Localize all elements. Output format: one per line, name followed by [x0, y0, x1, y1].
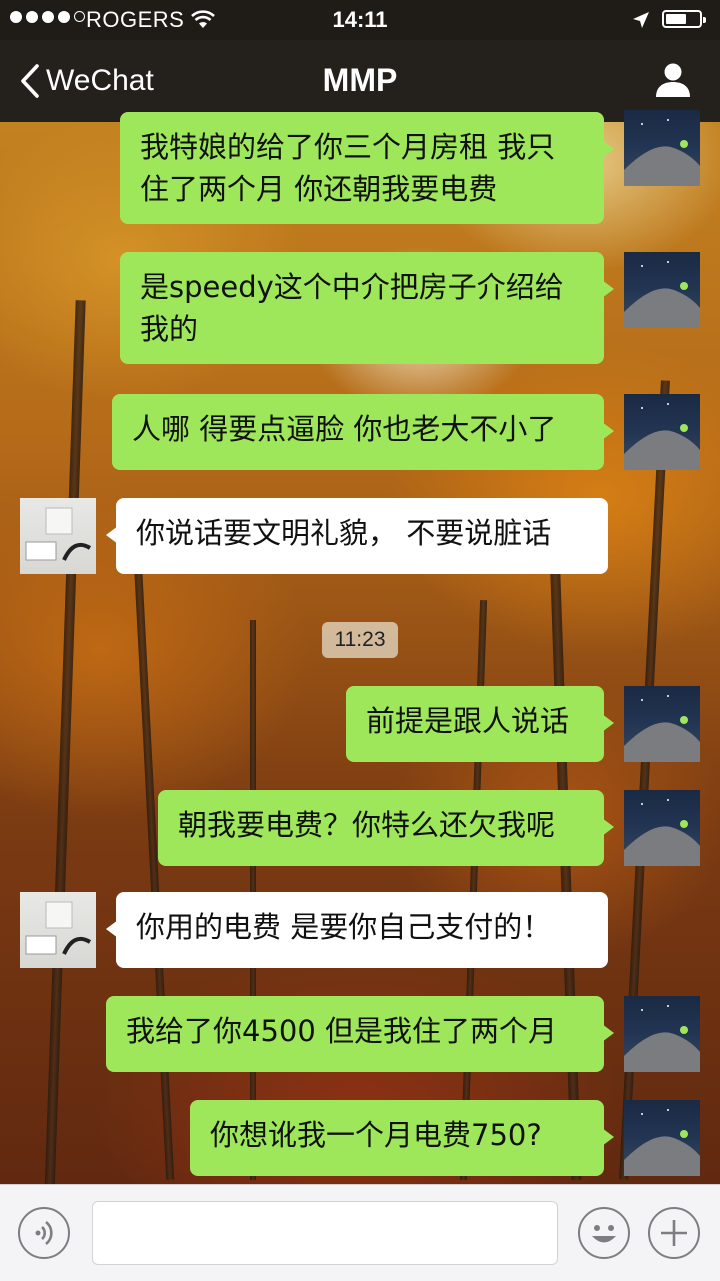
- status-bar: ROGERS 14:11: [0, 0, 720, 40]
- battery-icon: [662, 10, 706, 28]
- my-avatar[interactable]: [624, 790, 700, 866]
- message-bubble-sent[interactable]: 我特娘的给了你三个月房租 我只住了两个月 你还朝我要电费: [120, 112, 614, 224]
- nav-bar: WeChat MMP: [0, 40, 720, 122]
- my-avatar[interactable]: [624, 110, 700, 186]
- my-avatar[interactable]: [624, 1100, 700, 1176]
- message-bubble-received[interactable]: 你说话要文明礼貌， 不要说脏话: [106, 498, 608, 574]
- my-avatar[interactable]: [624, 686, 700, 762]
- message-bubble-sent[interactable]: 人哪 得要点逼脸 你也老大不小了: [112, 394, 614, 470]
- location-arrow-icon: [632, 10, 650, 35]
- voice-icon[interactable]: [18, 1207, 70, 1259]
- message-bubble-sent[interactable]: 朝我要电费？你特么还欠我呢: [158, 790, 614, 866]
- message-bubble-sent[interactable]: 你想讹我一个月电费750?: [190, 1100, 614, 1176]
- my-avatar[interactable]: [624, 252, 700, 328]
- message-input[interactable]: [92, 1201, 558, 1265]
- message-bubble-sent[interactable]: 我给了你4500 但是我住了两个月: [106, 996, 614, 1072]
- profile-icon[interactable]: [654, 62, 692, 102]
- my-avatar[interactable]: [624, 394, 700, 470]
- chat-timestamp: 11:23: [322, 622, 398, 658]
- my-avatar[interactable]: [624, 996, 700, 1072]
- chat-title: MMP: [322, 62, 398, 98]
- input-bar: [0, 1184, 720, 1281]
- plus-icon[interactable]: [648, 1207, 700, 1259]
- emoji-icon[interactable]: [578, 1207, 630, 1259]
- contact-avatar[interactable]: [20, 892, 96, 968]
- contact-avatar[interactable]: [20, 498, 96, 574]
- clock: 14:11: [332, 7, 388, 32]
- message-bubble-sent[interactable]: 前提是跟人说话: [346, 686, 614, 762]
- message-bubble-received[interactable]: 你用的电费 是要你自己支付的！: [106, 892, 608, 968]
- message-bubble-sent[interactable]: 是speedy这个中介把房子介绍给我的: [120, 252, 614, 364]
